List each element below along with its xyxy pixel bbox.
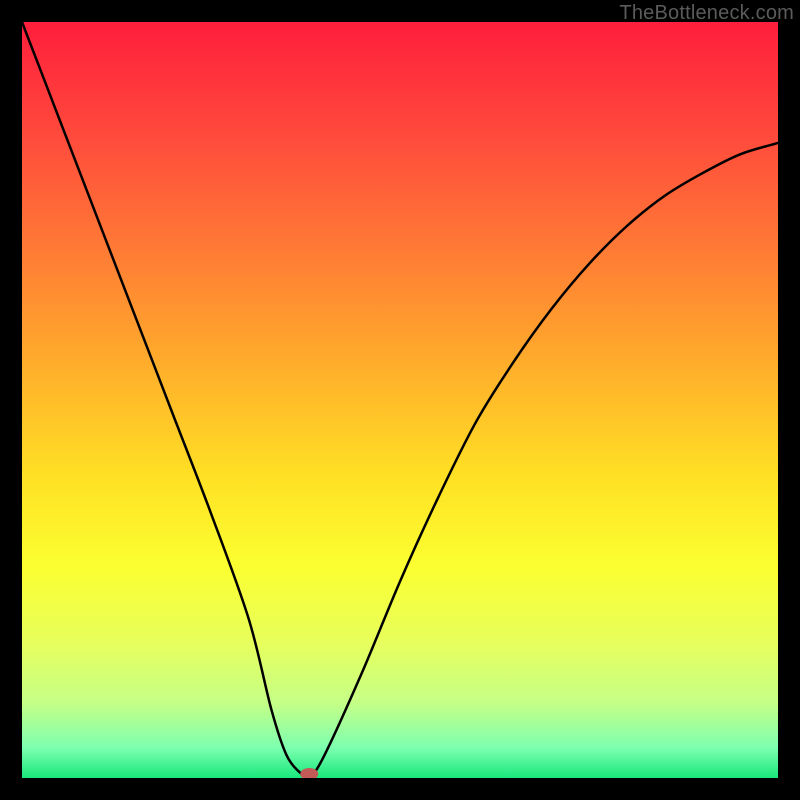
chart-frame	[22, 22, 778, 778]
bottleneck-chart	[22, 22, 778, 778]
chart-background-gradient	[22, 22, 778, 778]
